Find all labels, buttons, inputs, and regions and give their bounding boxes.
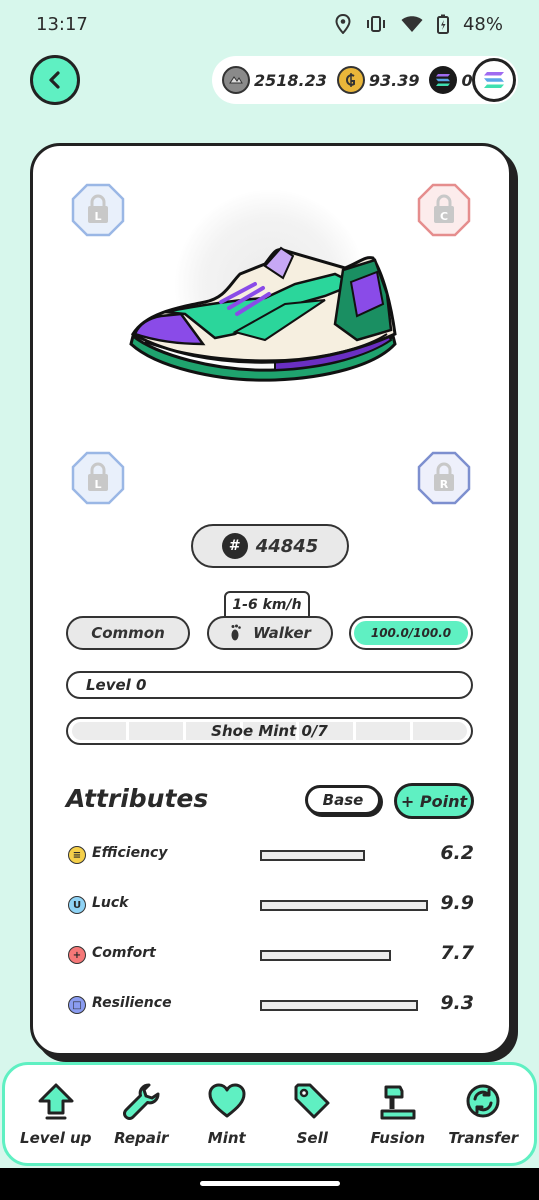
attribute-row-luck: U Luck 9.9 — [66, 890, 474, 920]
attribute-row-efficiency: ≡ Efficiency 6.2 — [66, 840, 474, 870]
sol-coin-icon — [429, 66, 458, 94]
transfer-button[interactable]: Transfer — [443, 1081, 523, 1147]
attribute-value: 6.2 — [440, 842, 474, 864]
socket-top-left-lock-icon[interactable]: L — [71, 183, 125, 237]
efficiency-icon: ≡ — [68, 846, 86, 864]
repair-label: Repair — [114, 1129, 169, 1147]
attribute-value: 9.3 — [440, 992, 474, 1014]
fusion-button[interactable]: Fusion — [358, 1081, 438, 1147]
shoe-mint-label-wrap: Shoe Mint 0/7 — [66, 717, 473, 745]
gst-coin-icon — [222, 66, 250, 94]
battery-level: 48% — [462, 13, 503, 35]
add-point-label: + Point — [400, 791, 468, 811]
transfer-icon — [466, 1084, 500, 1118]
attribute-bar-fill — [260, 900, 429, 911]
sell-label: Sell — [296, 1129, 328, 1147]
status-time: 13:17 — [36, 13, 88, 35]
attribute-bar — [260, 850, 430, 861]
resilience-icon: □ — [68, 996, 86, 1014]
back-button[interactable] — [30, 55, 80, 105]
status-bar: 13:17 48% — [0, 0, 539, 48]
attribute-row-resilience: □ Resilience 9.3 — [66, 990, 474, 1020]
tag-icon — [294, 1083, 330, 1119]
fusion-label: Fusion — [370, 1129, 426, 1147]
attribute-name: Comfort — [92, 945, 156, 961]
wallet-button[interactable] — [472, 58, 516, 102]
location-icon — [335, 14, 351, 34]
type-label: Walker — [253, 624, 311, 642]
sell-button[interactable]: Sell — [272, 1081, 352, 1147]
durability-fill: 100.0/100.0 — [354, 621, 468, 645]
attributes-title: Attributes — [66, 784, 209, 813]
attribute-name: Luck — [92, 895, 129, 911]
footprint-icon — [231, 624, 241, 641]
gst-amount: 2518.23 — [254, 70, 327, 90]
speed-range: 1-6 km/h — [232, 597, 302, 613]
sol-amount: 0 — [461, 70, 473, 90]
system-gesture-bar — [0, 1168, 539, 1200]
durability-bar: 100.0/100.0 — [349, 616, 473, 650]
mint-button[interactable]: Mint — [187, 1081, 267, 1147]
level-bar: Level 0 — [66, 671, 473, 699]
transfer-label: Transfer — [448, 1129, 519, 1147]
mint-label: Mint — [207, 1129, 246, 1147]
add-point-button[interactable]: + Point — [394, 783, 474, 819]
base-button[interactable]: Base — [305, 785, 381, 815]
durability-value: 100.0/100.0 — [370, 626, 452, 640]
socket-bottom-right-lock-icon[interactable]: R — [417, 451, 471, 505]
attribute-bar-fill — [260, 850, 366, 861]
attribute-name: Resilience — [92, 995, 172, 1011]
hash-icon: # — [221, 533, 248, 559]
sneaker-id-badge: # 44845 — [191, 524, 349, 568]
rarity-badge: Common — [66, 616, 190, 650]
vibrate-icon — [366, 16, 385, 32]
socket-top-left-label: L — [94, 210, 101, 223]
socket-bottom-right-label: R — [440, 478, 449, 491]
gmt-balance: 93.39 — [336, 66, 420, 94]
home-gesture-handle[interactable] — [200, 1181, 340, 1186]
arrow-up-icon — [38, 1083, 74, 1120]
heart-icon — [208, 1083, 246, 1118]
attribute-bar — [260, 950, 430, 961]
comfort-icon: + — [68, 946, 86, 964]
attribute-value: 7.7 — [440, 942, 474, 964]
rarity-label: Common — [91, 624, 165, 642]
base-button-label: Base — [322, 791, 364, 809]
level-label: Level 0 — [86, 676, 147, 694]
currency-bar: 2518.23 93.39 0 — [212, 56, 518, 104]
socket-top-right-lock-icon[interactable]: C — [417, 183, 471, 237]
level-up-button[interactable]: Level up — [16, 1081, 96, 1147]
level-up-label: Level up — [20, 1129, 92, 1147]
socket-top-right-label: C — [440, 210, 448, 223]
type-badge: Walker — [207, 616, 333, 650]
attribute-row-comfort: + Comfort 7.7 — [66, 940, 474, 970]
chevron-left-icon — [49, 71, 60, 89]
socket-bottom-left-label: L — [94, 478, 101, 491]
solana-menu-icon — [484, 72, 504, 88]
sneaker-id: 44845 — [255, 535, 319, 557]
bottom-action-bar: Level up Repair Mint Sell Fusion Transfe… — [2, 1062, 537, 1166]
gmt-amount: 93.39 — [368, 70, 420, 90]
hammer-icon — [380, 1085, 416, 1120]
attribute-bar-fill — [260, 1000, 419, 1011]
battery-icon — [436, 14, 449, 34]
sol-balance: 0 — [429, 66, 473, 94]
attribute-bar — [260, 1000, 430, 1011]
attribute-name: Efficiency — [92, 845, 168, 861]
attribute-bar-fill — [260, 950, 391, 961]
attribute-value: 9.9 — [440, 892, 474, 914]
sneaker-image — [129, 246, 397, 382]
shoe-mint-label: Shoe Mint 0/7 — [211, 722, 328, 740]
speed-range-tag: 1-6 km/h — [224, 591, 310, 619]
repair-button[interactable]: Repair — [101, 1081, 181, 1147]
attribute-bar — [260, 900, 430, 911]
luck-icon: U — [68, 896, 86, 914]
wifi-icon — [401, 16, 423, 32]
wrench-icon — [123, 1083, 160, 1120]
gst-balance: 2518.23 — [222, 66, 327, 94]
socket-bottom-left-lock-icon[interactable]: L — [71, 451, 125, 505]
gmt-coin-icon — [336, 66, 365, 94]
